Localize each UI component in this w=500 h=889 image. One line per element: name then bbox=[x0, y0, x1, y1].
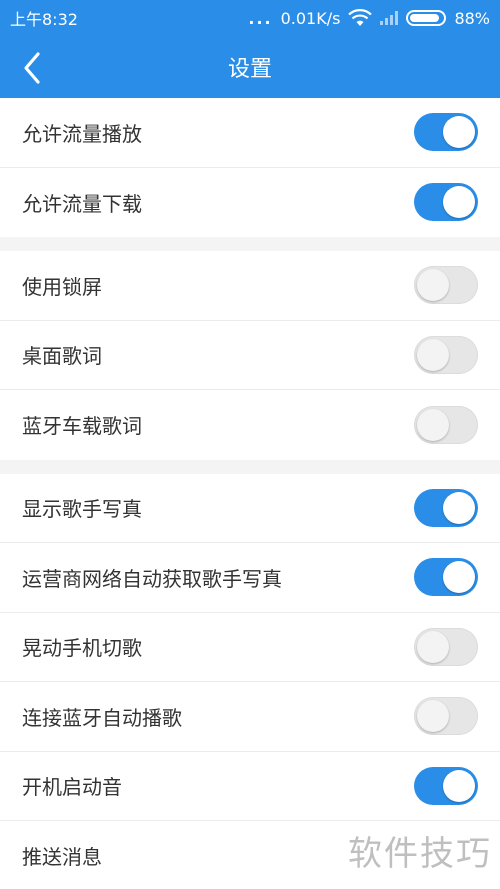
toggle-knob bbox=[443, 116, 475, 149]
toggle-switch[interactable] bbox=[414, 697, 478, 736]
setting-row[interactable]: 显示歌手写真 bbox=[0, 474, 500, 543]
toggle-switch[interactable] bbox=[414, 113, 478, 152]
toggle-switch[interactable] bbox=[414, 335, 478, 374]
toggle-knob bbox=[417, 408, 449, 441]
battery-icon bbox=[406, 10, 447, 26]
nav-bar: 设置 bbox=[0, 36, 500, 98]
setting-label: 使用锁屏 bbox=[22, 274, 102, 299]
setting-label: 允许流量播放 bbox=[22, 121, 142, 146]
watermark: 软件技巧 bbox=[348, 834, 492, 874]
toggle-switch[interactable] bbox=[414, 766, 478, 805]
toggle-switch[interactable] bbox=[414, 405, 478, 444]
setting-row[interactable]: 运营商网络自动获取歌手写真 bbox=[0, 543, 500, 613]
setting-row[interactable]: 晃动手机切歌 bbox=[0, 613, 500, 682]
toggle-knob bbox=[417, 338, 449, 371]
toggle-knob bbox=[443, 186, 475, 219]
status-dots: ... bbox=[248, 8, 273, 28]
settings-group: 允许流量播放 允许流量下载 bbox=[0, 98, 500, 237]
setting-label: 蓝牙车载歌词 bbox=[22, 414, 142, 439]
toggle-switch[interactable] bbox=[414, 488, 478, 527]
setting-row[interactable]: 蓝牙车载歌词 bbox=[0, 390, 500, 460]
setting-label: 允许流量下载 bbox=[22, 191, 142, 216]
page-title: 设置 bbox=[227, 57, 272, 82]
setting-label: 开机启动音 bbox=[22, 775, 122, 800]
network-speed: 0.01K/s bbox=[280, 8, 341, 28]
setting-label: 桌面歌词 bbox=[22, 344, 102, 369]
setting-row[interactable]: 连接蓝牙自动播歌 bbox=[0, 682, 500, 752]
toggle-knob bbox=[417, 700, 449, 733]
setting-label: 运营商网络自动获取歌手写真 bbox=[22, 566, 282, 591]
setting-label: 晃动手机切歌 bbox=[22, 636, 142, 661]
setting-row[interactable]: 开机启动音 bbox=[0, 752, 500, 821]
settings-list: 允许流量播放 允许流量下载 使用锁屏 桌面歌词 蓝牙车载歌词 显示歌手写真 运营商网络自动获… bbox=[0, 98, 500, 889]
setting-row[interactable]: 使用锁屏 bbox=[0, 251, 500, 321]
toggle-switch[interactable] bbox=[414, 183, 478, 222]
setting-label: 连接蓝牙自动播歌 bbox=[22, 705, 182, 730]
setting-row[interactable]: 桌面歌词 bbox=[0, 321, 500, 390]
toggle-knob bbox=[417, 630, 449, 663]
group-divider bbox=[0, 459, 500, 474]
toggle-knob bbox=[443, 561, 475, 594]
toggle-switch[interactable] bbox=[414, 627, 478, 666]
back-arrow-icon bbox=[24, 52, 40, 84]
status-bar: 上午8:32 ... 0.01K/s 88% bbox=[0, 0, 500, 36]
status-time: 上午8:32 bbox=[10, 10, 78, 29]
toggle-knob bbox=[443, 491, 475, 524]
signal-icon bbox=[380, 11, 399, 25]
back-button[interactable] bbox=[16, 50, 52, 86]
status-right: ... 0.01K/s 88% bbox=[248, 9, 490, 28]
setting-label: 显示歌手写真 bbox=[22, 497, 142, 522]
toggle-switch[interactable] bbox=[414, 266, 478, 305]
toggle-switch[interactable] bbox=[414, 558, 478, 597]
wifi-icon bbox=[348, 9, 373, 26]
battery-percent: 88% bbox=[454, 8, 490, 28]
toggle-knob bbox=[443, 769, 475, 802]
group-divider bbox=[0, 237, 500, 251]
setting-row[interactable]: 允许流量播放 bbox=[0, 98, 500, 168]
setting-label: 推送消息 bbox=[22, 845, 102, 870]
settings-group: 使用锁屏桌面歌词蓝牙车载歌词 bbox=[0, 251, 500, 460]
setting-row[interactable]: 允许流量下载 bbox=[0, 168, 500, 238]
toggle-knob bbox=[417, 269, 449, 302]
